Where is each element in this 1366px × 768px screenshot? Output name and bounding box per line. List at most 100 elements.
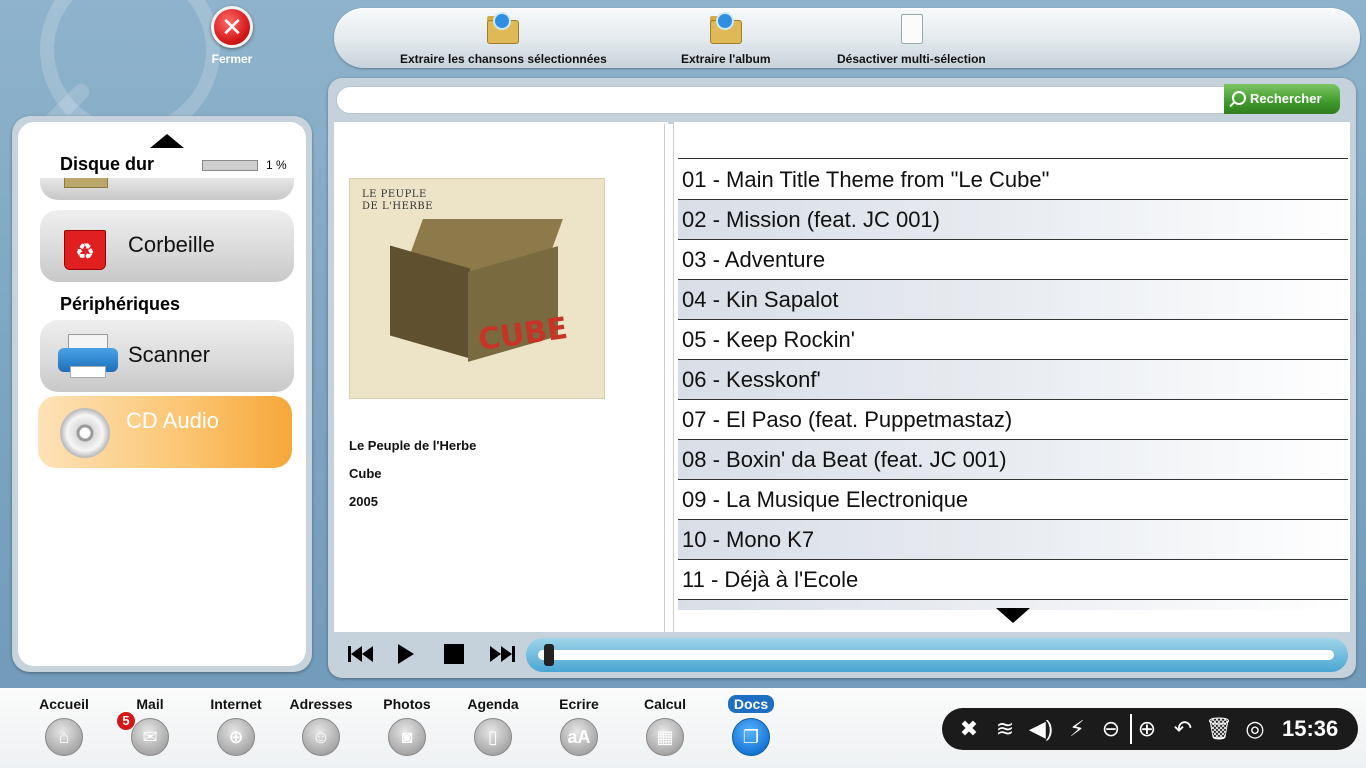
cd-icon (60, 408, 110, 458)
next-track-button[interactable] (482, 636, 522, 672)
sidebar-item-scanner[interactable]: Scanner (40, 320, 294, 392)
album-title: Cube (349, 466, 382, 481)
dock-accueil-label: Accueil (39, 696, 89, 712)
top-toolbar: Extraire les chansons sélectionnées Extr… (334, 8, 1360, 68)
scroll-up-arrow-icon[interactable] (150, 134, 184, 148)
sidebar-item-cd-audio[interactable]: CD Audio (38, 396, 292, 468)
progress-slider-handle[interactable] (544, 644, 554, 666)
playback-progress-bar[interactable] (526, 638, 1348, 672)
disable-multiselect-label: Désactiver multi-sélection (837, 52, 986, 66)
dock-mail[interactable]: Mail ✉ 5 (110, 696, 190, 756)
camera-icon: ◙ (388, 718, 426, 756)
close-button[interactable]: ✕ Fermer (206, 6, 258, 68)
track-row[interactable]: 01 - Main Title Theme from "Le Cube" (678, 160, 1348, 200)
search-button[interactable]: Rechercher (1224, 84, 1340, 114)
track-row[interactable]: 10 - Mono K7 (678, 520, 1348, 560)
album-artist: Le Peuple de l'Herbe (349, 438, 477, 453)
disable-multiselect-button[interactable]: Désactiver multi-sélection (837, 12, 986, 66)
track-row[interactable]: 11 - Déjà à l'Ecole (678, 560, 1348, 600)
extract-album-label: Extraire l'album (681, 52, 771, 66)
volume-icon[interactable]: ◀) (1024, 708, 1058, 750)
progress-track-inner (538, 650, 1334, 660)
scroll-down-arrow-icon[interactable] (996, 608, 1030, 623)
devices-list: Disque dur 1 % ♻ Corbeille Périphériques… (18, 122, 306, 666)
globe-icon: ⊕ (217, 718, 255, 756)
cd-audio-label: CD Audio (126, 408, 219, 433)
home-icon: ⌂ (45, 718, 83, 756)
search-icon (1232, 91, 1246, 105)
hard-disk-icon (64, 178, 108, 188)
dock-internet[interactable]: Internet ⊕ (196, 696, 276, 756)
search-input[interactable] (336, 86, 1226, 114)
undo-icon[interactable]: ↶ (1166, 708, 1200, 750)
track-row[interactable]: 06 - Kesskonf' (678, 360, 1348, 400)
trash-icon[interactable]: 🗑 (1202, 708, 1236, 750)
dock-agenda[interactable]: Agenda ▯ (453, 696, 533, 756)
dock-accueil[interactable]: Accueil ⌂ (24, 696, 104, 756)
dock-calcul[interactable]: Calcul ▦ (625, 696, 705, 756)
dock-ecrire-label: Ecrire (559, 696, 599, 712)
dock-ecrire[interactable]: Ecrire aA (539, 696, 619, 756)
scanner-label: Scanner (128, 342, 210, 367)
help-icon[interactable]: ◎ (1238, 708, 1272, 750)
album-year: 2005 (349, 494, 378, 509)
sidebar-item-trash[interactable]: ♻ Corbeille (40, 210, 294, 282)
tools-icon[interactable]: ✖ (952, 708, 986, 750)
status-tray: ✖ ≋ ◀) ⚡ ⊖ ⊕ ↶ 🗑 ◎ 15:36 (942, 708, 1358, 750)
track-list-header (678, 122, 1348, 159)
mail-icon: ✉ 5 (116, 711, 169, 756)
close-icon: ✕ (211, 6, 253, 48)
dock-adresses-label: Adresses (289, 696, 353, 712)
dock-agenda-label: Agenda (467, 696, 519, 712)
search-button-label: Rechercher (1250, 91, 1322, 106)
track-row[interactable]: 07 - El Paso (feat. Puppetmastaz) (678, 400, 1348, 440)
dock-internet-label: Internet (210, 696, 262, 712)
dock-docs[interactable]: Docs ❐ (711, 695, 791, 756)
hard-disk-title: Disque dur (60, 154, 155, 174)
next-icon (489, 646, 501, 662)
previous-track-button[interactable] (340, 636, 380, 672)
extract-selected-label: Extraire les chansons sélectionnées (400, 52, 607, 66)
devices-sidebar: Disque dur 1 % ♻ Corbeille Périphériques… (12, 116, 312, 672)
clock: 15:36 (1282, 716, 1339, 741)
scanner-icon (58, 332, 118, 382)
mail-unread-badge: 5 (116, 711, 136, 731)
wifi-icon[interactable]: ≋ (988, 708, 1022, 750)
album-cover-image: LE PEUPLE DE L'HERBE CUBE (349, 178, 605, 399)
recycle-bin-icon: ♻ (60, 222, 112, 274)
stop-button[interactable] (434, 636, 474, 672)
track-row[interactable]: 05 - Keep Rockin' (678, 320, 1348, 360)
trash-label: Corbeille (128, 232, 215, 257)
battery-icon[interactable]: ⚡ (1060, 708, 1094, 750)
dock-photos-label: Photos (383, 696, 431, 712)
contacts-icon: ☺ (302, 718, 340, 756)
calculator-icon: ▦ (646, 718, 684, 756)
hard-disk-usage-bar (202, 160, 258, 171)
documents-icon: ❐ (732, 718, 770, 756)
hard-disk-item[interactable] (40, 178, 294, 200)
panel-splitter[interactable] (664, 124, 674, 632)
track-row[interactable]: 09 - La Musique Electronique (678, 480, 1348, 520)
track-row[interactable]: 02 - Mission (feat. JC 001) (678, 200, 1348, 240)
dock-docs-label: Docs (711, 695, 791, 714)
zoom-out-icon[interactable]: ⊖ (1094, 708, 1128, 750)
folder-extract-icon (706, 12, 746, 48)
track-list: 01 - Main Title Theme from "Le Cube" 02 … (674, 122, 1350, 632)
track-row[interactable]: 04 - Kin Sapalot (678, 280, 1348, 320)
track-row[interactable]: 03 - Adventure (678, 240, 1348, 280)
extract-album-button[interactable]: Extraire l'album (681, 12, 771, 66)
zoom-in-icon[interactable]: ⊕ (1130, 708, 1164, 750)
text-editor-icon: aA (560, 718, 598, 756)
dock-photos[interactable]: Photos ◙ (367, 696, 447, 756)
devices-title: Périphériques (60, 294, 181, 314)
play-button[interactable] (386, 636, 426, 672)
calendar-icon: ▯ (474, 718, 512, 756)
dock-adresses[interactable]: Adresses ☺ (281, 696, 361, 756)
extract-selected-button[interactable]: Extraire les chansons sélectionnées (400, 12, 607, 66)
main-panel: Rechercher LE PEUPLE DE L'HERBE CUBE Le … (328, 78, 1356, 678)
close-label: Fermer (211, 52, 253, 66)
document-icon (891, 12, 931, 48)
play-icon (398, 644, 414, 664)
track-row[interactable]: 08 - Boxin' da Beat (feat. JC 001) (678, 440, 1348, 480)
album-cover-text: LE PEUPLE DE L'HERBE (362, 189, 434, 212)
